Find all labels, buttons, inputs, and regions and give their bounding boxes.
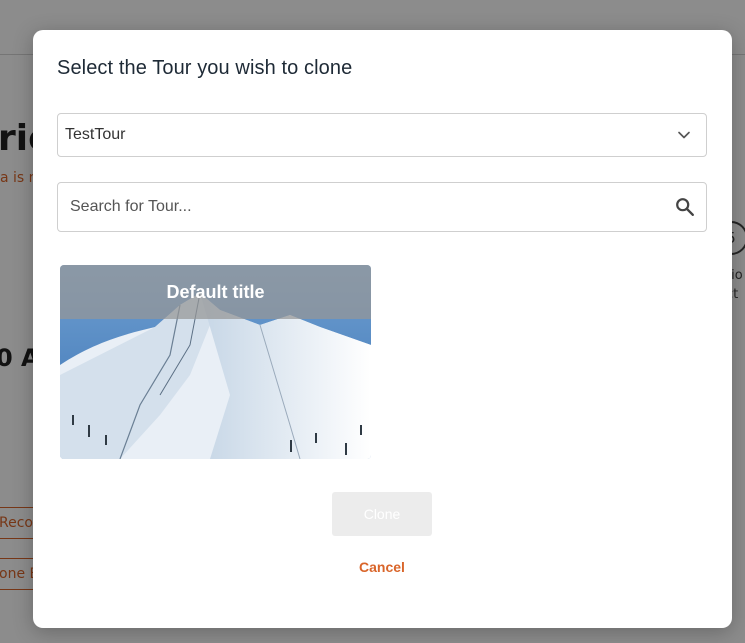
- cancel-button[interactable]: Cancel: [332, 559, 432, 581]
- tour-select-value: TestTour: [65, 126, 126, 143]
- clone-button[interactable]: Clone: [332, 492, 432, 536]
- tour-card[interactable]: Default title: [60, 265, 371, 459]
- search-icon[interactable]: [674, 196, 696, 218]
- tour-card-title-band: Default title: [60, 265, 371, 319]
- chevron-down-icon: [678, 131, 690, 139]
- dialog-title: Select the Tour you wish to clone: [57, 57, 353, 79]
- tour-search-field[interactable]: [57, 182, 707, 232]
- clone-tour-dialog: Select the Tour you wish to clone TestTo…: [33, 30, 732, 628]
- tour-select[interactable]: TestTour: [57, 113, 707, 157]
- tour-search-input[interactable]: [70, 183, 650, 231]
- tour-card-title: Default title: [166, 281, 265, 302]
